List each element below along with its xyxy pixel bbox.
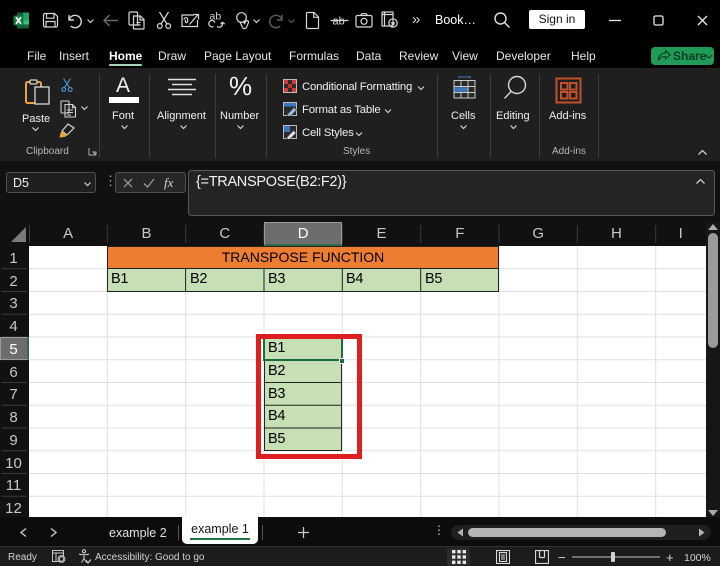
svg-text:ab: ab	[333, 16, 345, 28]
